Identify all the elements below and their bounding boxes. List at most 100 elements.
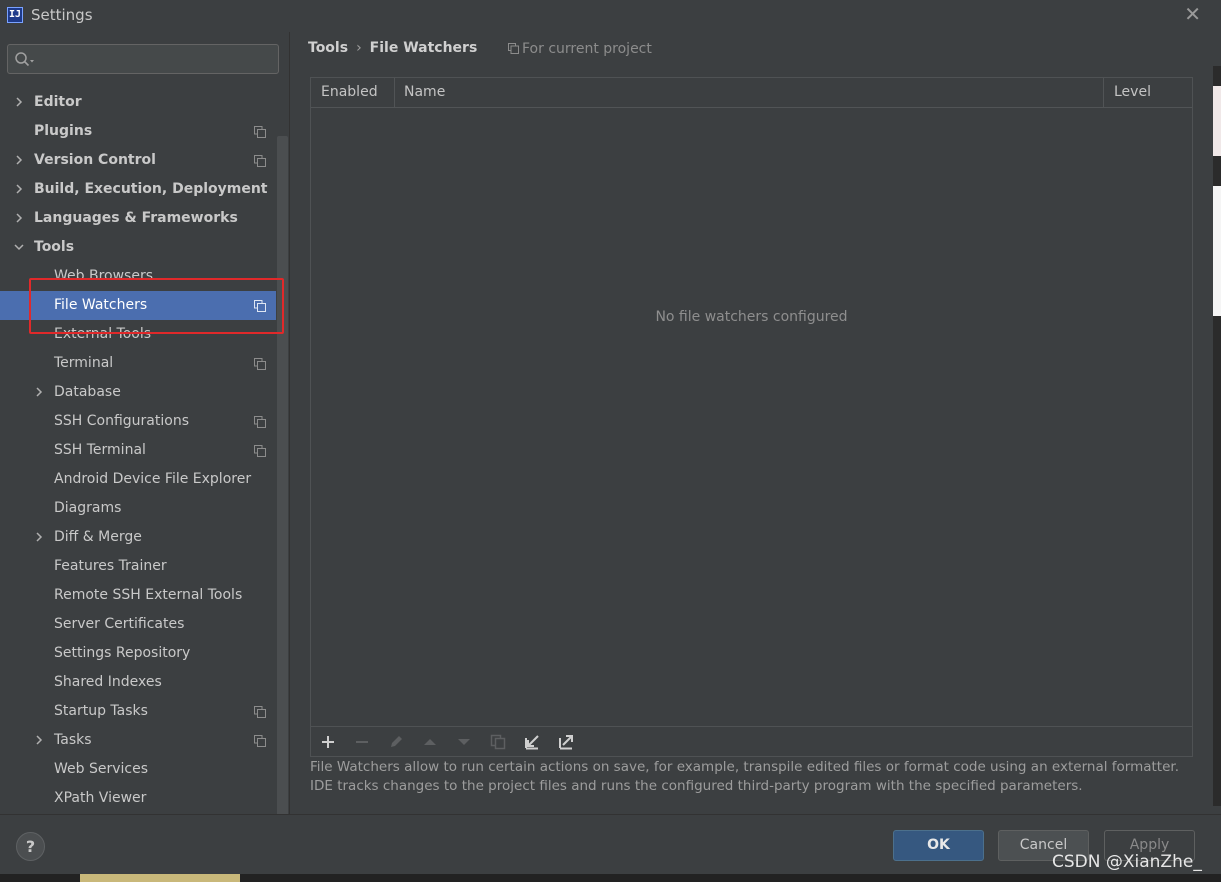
sidebar-item-startup-tasks[interactable]: Startup Tasks [0,697,276,726]
sidebar-item-languages-frameworks[interactable]: Languages & Frameworks [0,204,276,233]
settings-search[interactable] [7,44,279,74]
project-scope-icon [254,358,266,370]
sidebar-item-terminal[interactable]: Terminal [0,349,276,378]
sidebar-item-file-watchers[interactable]: File Watchers [0,291,276,320]
empty-table-text: No file watchers configured [655,309,848,325]
column-separator[interactable] [1103,78,1104,108]
sidebar-item-label: Terminal [54,355,114,371]
column-name[interactable]: Name [404,84,445,100]
title-bar: IJ Settings ✕ [0,0,1221,32]
chevron-right-icon[interactable] [14,184,24,194]
sidebar-item-label: Diff & Merge [54,529,142,545]
sidebar-item-label: Diagrams [54,500,122,516]
import-icon[interactable] [524,734,540,750]
chevron-right-icon[interactable] [14,155,24,165]
sidebar-item-database[interactable]: Database [0,378,276,407]
project-scope-icon [254,155,266,167]
sidebar-item-label: Features Trainer [54,558,167,574]
move-down-icon[interactable] [456,734,472,750]
dialog-button-bar: ? OK Cancel Apply [0,814,1221,874]
file-watchers-table[interactable]: Enabled Name Level No file watchers conf… [310,77,1193,757]
sidebar-item-label: Editor [34,94,82,110]
search-input[interactable] [42,49,272,69]
sidebar-item-plugins[interactable]: Plugins [0,117,276,146]
background-window-edge [1213,66,1221,806]
description-line-2: IDE tracks changes to the project files … [310,778,1083,794]
sidebar-item-label: Tasks [54,732,92,748]
sidebar-item-label: Server Certificates [54,616,185,632]
sidebar-item-shared-indexes[interactable]: Shared Indexes [0,668,276,697]
sidebar-item-diagrams[interactable]: Diagrams [0,494,276,523]
sidebar-item-features-trainer[interactable]: Features Trainer [0,552,276,581]
breadcrumb-parent[interactable]: Tools [308,40,348,56]
sidebar-item-ssh-terminal[interactable]: SSH Terminal [0,436,276,465]
sidebar-item-tools[interactable]: Tools [0,233,276,262]
minus-icon[interactable] [354,734,370,750]
chevron-right-icon[interactable] [34,532,44,542]
table-header: Enabled Name Level [311,78,1192,108]
sidebar-item-version-control[interactable]: Version Control [0,146,276,175]
project-scope-icon [254,735,266,747]
project-scope-icon [254,445,266,457]
sidebar-item-label: SSH Configurations [54,413,189,429]
sidebar-item-build-execution-deployment[interactable]: Build, Execution, Deployment [0,175,276,204]
description-line-1: File Watchers allow to run certain actio… [310,759,1179,775]
chevron-right-icon[interactable] [34,735,44,745]
column-separator[interactable] [394,78,395,108]
sidebar-item-label: SSH Terminal [54,442,146,458]
breadcrumb-separator: › [356,40,362,56]
chevron-right-icon[interactable] [14,213,24,223]
sidebar-item-label: Database [54,384,121,400]
sidebar-item-server-certificates[interactable]: Server Certificates [0,610,276,639]
sidebar-item-xpath-viewer[interactable]: XPath Viewer [0,784,276,813]
panel-divider[interactable] [289,32,290,814]
sidebar-item-label: File Watchers [54,297,148,313]
sidebar-item-web-browsers[interactable]: Web Browsers [0,262,276,291]
watermark: CSDN @XianZhe_ [1052,852,1202,872]
sidebar-item-label: Android Device File Explorer [54,471,252,487]
chevron-down-icon[interactable] [14,242,24,252]
sidebar-item-editor[interactable]: Editor [0,88,276,117]
sidebar-item-tasks[interactable]: Tasks [0,726,276,755]
sidebar-item-settings-repository[interactable]: Settings Repository [0,639,276,668]
breadcrumb-current: File Watchers [369,40,478,56]
move-up-icon[interactable] [422,734,438,750]
sidebar-item-label: Settings Repository [54,645,191,661]
project-scope-icon [254,706,266,718]
project-scope-icon [508,43,519,54]
chevron-right-icon[interactable] [34,387,44,397]
copy-icon[interactable] [490,734,506,750]
settings-sidebar: Editor Plugins Version Control Build, Execu… [0,32,289,816]
chevron-right-icon[interactable] [14,97,24,107]
scope-label: For current project [522,41,652,57]
sidebar-item-remote-ssh-external-tools[interactable]: Remote SSH External Tools [0,581,276,610]
sidebar-item-android-device-file-explorer[interactable]: Android Device File Explorer [0,465,276,494]
sidebar-item-web-services[interactable]: Web Services [0,755,276,784]
sidebar-item-ssh-configurations[interactable]: SSH Configurations [0,407,276,436]
sidebar-item-label: Version Control [34,152,156,168]
file-watchers-description: File Watchers allow to run certain actio… [310,758,1190,796]
ok-button[interactable]: OK [893,830,984,861]
sidebar-item-label: Web Browsers [54,268,153,284]
sidebar-item-label: Languages & Frameworks [34,210,238,226]
project-scope-icon [254,416,266,428]
sidebar-item-label: Build, Execution, Deployment [34,181,268,197]
close-icon[interactable]: ✕ [1184,4,1201,24]
column-level[interactable]: Level [1114,84,1151,100]
sidebar-item-label: Plugins [34,123,93,139]
export-icon[interactable] [558,734,574,750]
sidebar-item-label: Startup Tasks [54,703,148,719]
sidebar-scrollbar[interactable] [277,136,288,816]
edit-icon[interactable] [388,734,404,750]
sidebar-item-label: Tools [34,239,75,255]
search-icon [15,52,34,67]
help-button[interactable]: ? [16,832,45,861]
sidebar-item-label: XPath Viewer [54,790,147,806]
sidebar-item-external-tools[interactable]: External Tools [0,320,276,349]
project-scope-icon [254,300,266,312]
column-enabled[interactable]: Enabled [321,84,378,100]
sidebar-item-diff-merge[interactable]: Diff & Merge [0,523,276,552]
plus-icon[interactable] [320,734,336,750]
breadcrumb: Tools › File Watchers [308,40,477,56]
intellij-app-icon: IJ [7,7,23,23]
